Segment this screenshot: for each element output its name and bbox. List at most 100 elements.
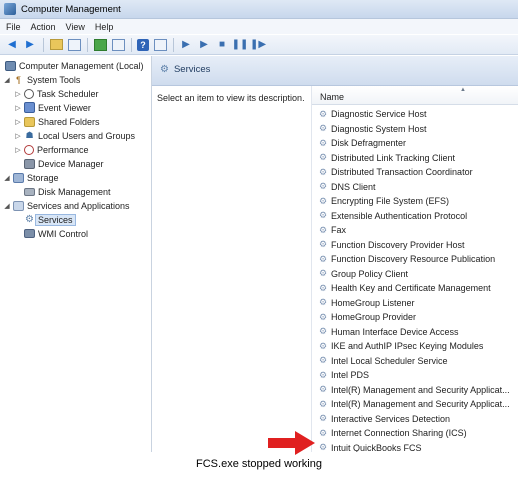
play-alt-icon[interactable]: ▶ (197, 38, 211, 52)
up-folder-icon[interactable] (49, 38, 63, 52)
description-pane: Select an item to view its description. (152, 86, 310, 452)
refresh-icon[interactable] (93, 38, 107, 52)
tree-item-computer-management[interactable]: Computer Management (Local) (3, 59, 144, 72)
pause-icon[interactable]: ❚❚ (232, 38, 249, 52)
service-row[interactable]: ⚙ IKE and AuthIP IPsec Keying Modules (318, 339, 518, 353)
computer-management-window: Computer Management File Action View Hel… (0, 0, 518, 452)
tree-item-storage[interactable]: ◢ Storage (3, 171, 59, 184)
service-gear-icon: ⚙ (318, 108, 328, 119)
service-row[interactable]: ⚙ Intel(R) Management and Security Applic… (318, 383, 518, 397)
service-row[interactable]: ⚙ Diagnostic Service Host (318, 107, 518, 121)
disk-icon (24, 187, 35, 196)
description-text: Select an item to view its description. (157, 93, 305, 103)
service-row[interactable]: ⚙ Distributed Transaction Coordinator (318, 165, 518, 179)
menu-help[interactable]: Help (95, 22, 114, 32)
collapse-arrow-icon[interactable]: ◢ (3, 202, 11, 210)
tree-item-disk-management[interactable]: Disk Management (22, 185, 111, 198)
tree-item-wmi-control[interactable]: WMI Control (22, 227, 88, 240)
service-row[interactable]: ⚙ Intel(R) Management and Security Applic… (318, 397, 518, 411)
service-row[interactable]: ⚙ Encrypting File System (EFS) (318, 194, 518, 208)
tools-icon: ¶ (16, 74, 21, 85)
service-name: Encrypting File System (EFS) (331, 196, 450, 206)
menu-bar: File Action View Help (0, 19, 518, 34)
tree-item-local-users-and-groups[interactable]: ▷ ☗ Local Users and Groups (14, 129, 135, 142)
toolbar: ◀ ▶ ? ▶ ▶ ■ ❚❚ ❚▶ (0, 35, 518, 55)
service-row[interactable]: ⚙ HomeGroup Provider (318, 310, 518, 324)
menu-file[interactable]: File (6, 22, 21, 32)
expand-arrow-icon[interactable]: ▷ (14, 118, 22, 126)
services-header-title: Services (173, 64, 211, 75)
tree-item-services-and-applications[interactable]: ◢ Services and Applications (3, 199, 130, 212)
tree-item-shared-folders[interactable]: ▷ Shared Folders (14, 115, 100, 128)
forward-arrow-icon[interactable]: ▶ (23, 38, 37, 52)
show-hide-tree-icon[interactable] (67, 38, 81, 52)
tree-item-label: Local Users and Groups (38, 130, 136, 141)
service-row[interactable]: ⚙ Function Discovery Resource Publication (318, 252, 518, 266)
service-gear-icon: ⚙ (318, 442, 328, 452)
service-row[interactable]: ⚙ DNS Client (318, 180, 518, 194)
tree-item-label: Services and Applications (27, 200, 130, 211)
back-arrow-icon[interactable]: ◀ (5, 38, 19, 52)
menu-action[interactable]: Action (31, 22, 56, 32)
tree-item-task-scheduler[interactable]: ▷ Task Scheduler (14, 87, 99, 100)
tree-item-system-tools[interactable]: ◢ ¶ System Tools (3, 73, 80, 86)
tree-item-performance[interactable]: ▷ Performance (14, 143, 89, 156)
tree-item-event-viewer[interactable]: ▷ Event Viewer (14, 101, 91, 114)
service-gear-icon: ⚙ (318, 297, 328, 307)
service-gear-icon: ⚙ (318, 398, 328, 409)
collapse-arrow-icon[interactable]: ◢ (3, 76, 11, 84)
stop-icon[interactable]: ■ (215, 38, 229, 52)
service-row[interactable]: ⚙ Distributed Link Tracking Client (318, 151, 518, 165)
service-gear-icon: ⚙ (318, 181, 328, 191)
service-row[interactable]: ⚙ Extensible Authentication Protocol (318, 209, 518, 223)
toolbar-separator (131, 37, 132, 52)
expand-arrow-icon[interactable]: ▷ (14, 90, 22, 98)
service-gear-icon: ⚙ (318, 239, 328, 249)
expand-arrow-icon[interactable]: ▷ (14, 132, 22, 140)
service-row[interactable]: ⚙ Fax (318, 223, 518, 237)
expand-arrow-icon[interactable]: ▷ (14, 104, 22, 112)
services-apps-icon (13, 200, 24, 211)
service-row[interactable]: ⚙ Intel PDS (318, 368, 518, 382)
service-row[interactable]: ⚙ Diagnostic System Host (318, 122, 518, 136)
red-arrow-shape (268, 431, 315, 455)
service-row[interactable]: ⚙ Group Policy Client (318, 267, 518, 281)
service-gear-icon: ⚙ (318, 137, 328, 148)
service-row[interactable]: ⚙ Health Key and Certificate Management (318, 281, 518, 295)
restart-icon[interactable]: ❚▶ (250, 38, 266, 52)
service-name: Health Key and Certificate Management (331, 283, 491, 293)
service-name: Human Interface Device Access (331, 326, 459, 337)
service-name: Extensible Authentication Protocol (331, 210, 468, 221)
service-gear-icon: ⚙ (318, 340, 328, 351)
device-manager-icon (24, 158, 35, 169)
event-viewer-icon (24, 102, 35, 113)
help-icon[interactable]: ? (137, 38, 149, 51)
service-row[interactable]: ⚙ Human Interface Device Access (318, 325, 518, 339)
menu-view[interactable]: View (66, 22, 85, 32)
tree-item-label: System Tools (27, 74, 81, 85)
service-row[interactable]: ⚙ Internet Connection Sharing (ICS) (318, 426, 518, 440)
tree-item-device-manager[interactable]: Device Manager (22, 157, 104, 170)
service-row[interactable]: ⚙ Intel Local Scheduler Service (318, 354, 518, 368)
service-name: Intel Local Scheduler Service (331, 355, 448, 366)
play-icon[interactable]: ▶ (179, 38, 193, 52)
service-row[interactable]: ⚙ Intuit QuickBooks FCS (318, 441, 518, 453)
show-hide-action-pane-icon[interactable] (153, 38, 167, 52)
tree-item-label: Performance (37, 144, 89, 155)
service-gear-icon: ⚙ (318, 326, 328, 336)
service-gear-icon: ⚙ (318, 210, 328, 220)
collapse-arrow-icon[interactable]: ◢ (3, 174, 11, 182)
computer-management-icon (4, 3, 16, 15)
service-name: Intel PDS (331, 370, 370, 380)
tree-item-services[interactable]: ⚙ Services (22, 213, 76, 226)
tree-item-label: Task Scheduler (37, 88, 99, 99)
expand-arrow-icon[interactable]: ▷ (14, 146, 22, 154)
name-column-header[interactable]: ▲ Name (312, 86, 518, 105)
service-row[interactable]: ⚙ HomeGroup Listener (318, 296, 518, 310)
export-list-icon[interactable] (111, 38, 125, 52)
service-name: Intuit QuickBooks FCS (331, 442, 422, 453)
service-row[interactable]: ⚙ Disk Defragmenter (318, 136, 518, 150)
service-row[interactable]: ⚙ Interactive Services Detection (318, 412, 518, 426)
service-row[interactable]: ⚙ Function Discovery Provider Host (318, 238, 518, 252)
service-name: DNS Client (331, 181, 376, 192)
